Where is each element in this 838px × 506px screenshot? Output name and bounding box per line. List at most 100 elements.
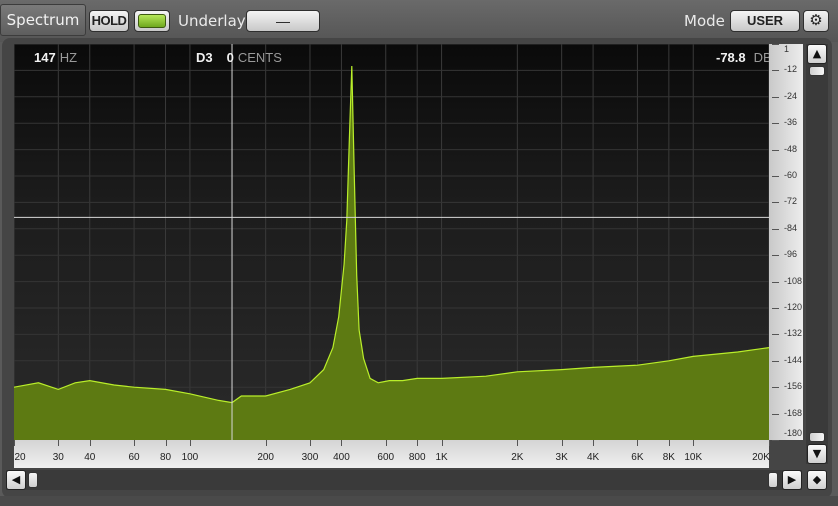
y-tick-label: -168 bbox=[784, 407, 803, 418]
x-tick-mark bbox=[89, 440, 91, 446]
y-tick-label: -96 bbox=[784, 249, 798, 260]
frequency-unit: HZ bbox=[59, 50, 78, 65]
y-tick-label: -180 bbox=[784, 428, 803, 438]
mode-label: Mode bbox=[684, 12, 725, 30]
x-tick-mark bbox=[561, 440, 563, 446]
x-tick-label: 100 bbox=[181, 452, 199, 463]
hold-button[interactable]: HOLD bbox=[89, 10, 129, 32]
y-tick-label: -144 bbox=[784, 354, 803, 365]
note-readout: D3 0 CENTS bbox=[196, 50, 282, 65]
x-tick-mark bbox=[441, 440, 443, 446]
x-tick-mark bbox=[417, 440, 419, 446]
x-tick-mark bbox=[385, 440, 387, 446]
bottom-panel-edge bbox=[0, 496, 838, 506]
underlay-label: Underlay bbox=[178, 12, 246, 30]
zoom-reset-diamond-icon[interactable]: ◆ bbox=[807, 470, 827, 490]
y-tick-mark bbox=[772, 202, 779, 204]
y-tick-mark bbox=[772, 281, 779, 283]
x-tick-mark bbox=[134, 440, 136, 446]
y-tick-label: -24 bbox=[784, 90, 798, 101]
x-tick-label: 400 bbox=[333, 452, 350, 463]
x-tick-mark bbox=[189, 440, 191, 446]
y-tick-mark bbox=[772, 176, 779, 177]
x-tick-mark bbox=[693, 440, 695, 446]
x-tick-label: 80 bbox=[159, 452, 172, 463]
y-tick-label: -108 bbox=[784, 275, 803, 286]
y-tick-mark bbox=[772, 70, 779, 72]
y-tick-label: 1 bbox=[784, 44, 790, 54]
y-tick-mark bbox=[772, 440, 779, 441]
x-tick-label: 60 bbox=[128, 452, 140, 463]
horizontal-scroll-thumb-right[interactable] bbox=[768, 472, 778, 488]
x-tick-mark bbox=[58, 440, 60, 446]
x-tick-label: 30 bbox=[52, 452, 64, 463]
y-tick-label: -84 bbox=[784, 222, 798, 233]
cents-value: 0 bbox=[226, 50, 234, 65]
y-tick-mark bbox=[772, 413, 779, 415]
y-tick-mark bbox=[772, 44, 779, 45]
y-tick-label: -72 bbox=[784, 196, 798, 207]
y-tick-label: -48 bbox=[784, 143, 798, 154]
horizontal-scroll-thumb-left[interactable] bbox=[28, 472, 38, 488]
mode-select[interactable]: USER bbox=[730, 10, 800, 32]
y-tick-label: -60 bbox=[784, 170, 798, 180]
frequency-value: 147 bbox=[34, 50, 56, 65]
x-tick-mark bbox=[517, 440, 519, 446]
x-tick-label: 800 bbox=[408, 452, 426, 463]
x-tick-mark bbox=[668, 440, 670, 446]
spectrum-graph[interactable] bbox=[14, 44, 769, 440]
y-tick-mark bbox=[772, 334, 779, 336]
y-tick-label: -120 bbox=[784, 302, 803, 312]
y-tick-mark bbox=[772, 123, 779, 125]
note-value: D3 bbox=[196, 50, 213, 65]
settings-gear-icon[interactable]: ⚙ bbox=[803, 10, 829, 32]
spectrum-area bbox=[14, 66, 769, 440]
scroll-right-icon[interactable]: ▶ bbox=[782, 470, 802, 490]
x-tick-label: 300 bbox=[301, 452, 319, 463]
vertical-scrollbar[interactable] bbox=[806, 44, 828, 464]
x-tick-mark bbox=[637, 440, 639, 446]
y-tick-mark bbox=[772, 387, 779, 389]
x-tick-label: 6K bbox=[631, 452, 644, 463]
scroll-left-icon[interactable]: ◀ bbox=[6, 470, 26, 490]
y-tick-label: -36 bbox=[784, 117, 798, 128]
y-tick-label: -12 bbox=[784, 64, 798, 75]
x-tick-label: 20K bbox=[752, 452, 770, 463]
scroll-up-icon[interactable]: ▲ bbox=[807, 44, 827, 64]
hold-toggle-led[interactable] bbox=[134, 10, 170, 32]
y-tick-label: -132 bbox=[784, 328, 803, 339]
x-tick-label: 2K bbox=[511, 452, 524, 463]
level-readout: -78.8 DB bbox=[716, 50, 772, 65]
scroll-down-icon[interactable]: ▼ bbox=[807, 444, 827, 464]
underlay-select[interactable]: — bbox=[246, 10, 320, 32]
level-value: -78.8 bbox=[716, 50, 746, 65]
x-tick-label: 3K bbox=[555, 452, 568, 463]
x-tick-mark bbox=[265, 440, 267, 446]
y-tick-mark bbox=[772, 255, 779, 257]
x-tick-mark bbox=[769, 440, 770, 446]
y-tick-mark bbox=[772, 228, 779, 230]
x-tick-mark bbox=[14, 440, 15, 446]
vertical-scroll-thumb-bottom[interactable] bbox=[809, 432, 825, 442]
y-tick-mark bbox=[772, 308, 779, 309]
x-tick-label: 600 bbox=[377, 452, 395, 463]
y-tick-label: -156 bbox=[784, 381, 803, 392]
horizontal-scrollbar[interactable] bbox=[6, 470, 802, 490]
spectrum-line bbox=[14, 65, 769, 404]
x-tick-label: 10K bbox=[684, 452, 703, 463]
x-tick-label: 4K bbox=[586, 452, 600, 463]
vertical-scroll-thumb-top[interactable] bbox=[809, 66, 825, 76]
x-tick-mark bbox=[341, 440, 343, 446]
cents-unit: CENTS bbox=[237, 50, 282, 65]
x-tick-label: 40 bbox=[84, 452, 96, 463]
panel-title: Spectrum bbox=[0, 4, 86, 36]
x-tick-label: 1K bbox=[435, 452, 448, 463]
x-tick-label: 20 bbox=[14, 452, 26, 463]
x-tick-mark bbox=[593, 440, 595, 446]
spectrum-plot bbox=[14, 44, 769, 440]
x-tick-mark bbox=[165, 440, 167, 446]
y-tick-mark bbox=[772, 360, 779, 362]
x-tick-mark bbox=[309, 440, 311, 446]
y-tick-mark bbox=[772, 96, 779, 98]
y-tick-mark bbox=[772, 149, 779, 151]
